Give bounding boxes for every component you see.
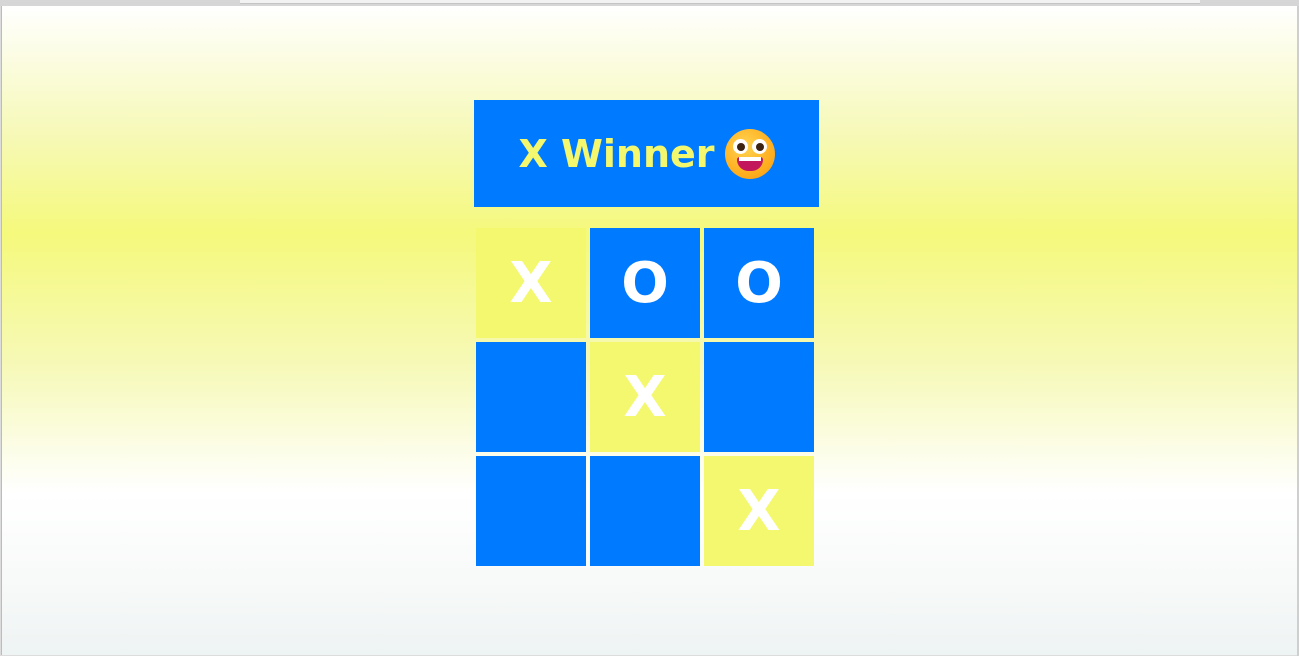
board-cell[interactable] [704, 342, 814, 452]
status-banner: X Winner [474, 100, 819, 207]
board-cell[interactable]: X [704, 456, 814, 566]
board-cell[interactable] [590, 456, 700, 566]
emoji-left-eye [732, 138, 748, 154]
browser-tab-edge [240, 0, 1200, 4]
board-cell[interactable] [476, 456, 586, 566]
game-board: X O O X X [476, 228, 818, 570]
status-text: X Winner [518, 131, 715, 176]
grinning-face-icon [724, 128, 775, 179]
board-cell[interactable]: X [590, 342, 700, 452]
board-cell[interactable]: O [590, 228, 700, 338]
emoji-mouth [736, 156, 763, 171]
board-cell[interactable]: O [704, 228, 814, 338]
board-cell[interactable] [476, 342, 586, 452]
emoji-right-eye [751, 138, 767, 154]
board-cell[interactable]: X [476, 228, 586, 338]
